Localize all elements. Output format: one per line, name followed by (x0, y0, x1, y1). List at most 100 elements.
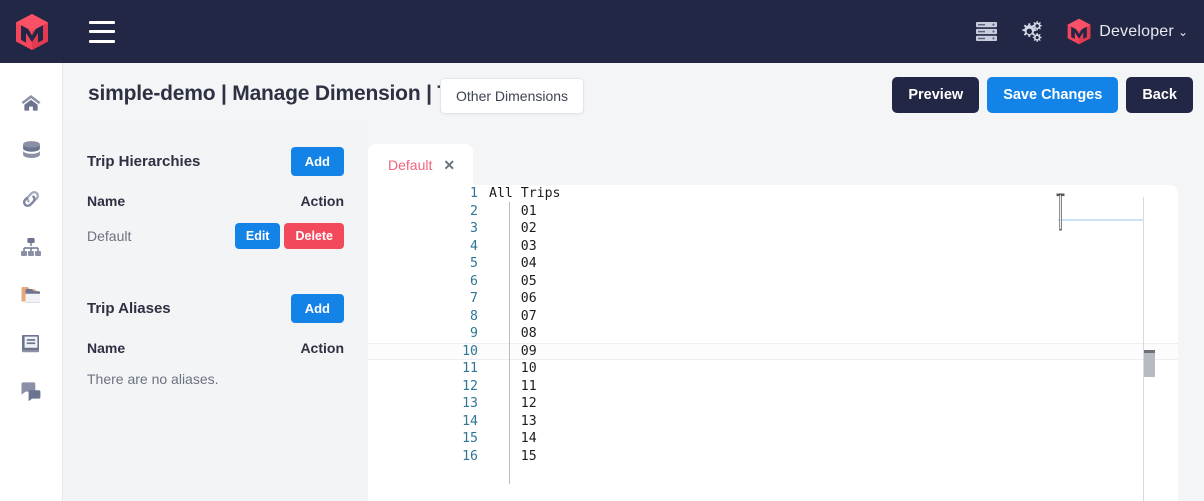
code-line[interactable]: 15 14 (368, 430, 1178, 448)
page-header: simple-demo | Manage Dimension | Trip Ot… (63, 63, 1204, 125)
gears-glyph (1018, 20, 1043, 43)
other-dimensions-button[interactable]: Other Dimensions (440, 78, 584, 114)
aliases-section: Trip Aliases Add Name Action There are n… (63, 249, 368, 387)
sidebar-rail (0, 63, 63, 501)
code-text[interactable]: 08 (489, 326, 537, 341)
home-icon (20, 93, 42, 113)
chat-icon (20, 381, 43, 401)
line-number: 4 (368, 239, 489, 254)
selection-highlight-line (1058, 219, 1144, 221)
ibeam-glyph (1056, 193, 1065, 231)
preview-button[interactable]: Preview (892, 77, 979, 113)
page-title: simple-demo | Manage Dimension | Trip (88, 82, 475, 106)
sidebar-item-connections[interactable] (8, 175, 54, 223)
edit-hierarchy-button[interactable]: Edit (235, 223, 281, 249)
code-text[interactable]: 09 (489, 344, 537, 359)
code-text[interactable]: 03 (489, 239, 537, 254)
left-panel: Trip Hierarchies Add Name Action Default… (63, 125, 368, 501)
code-line[interactable]: 10 09 (368, 343, 1178, 361)
line-number: 11 (368, 361, 489, 376)
editor-panel: Default ✕ 1All Trips2 013 024 035 046 05… (368, 125, 1204, 501)
mondrian-logo-icon (14, 13, 50, 51)
code-line[interactable]: 11 10 (368, 360, 1178, 378)
code-line[interactable]: 14 13 (368, 413, 1178, 431)
code-line[interactable]: 7 06 (368, 290, 1178, 308)
code-text[interactable]: 12 (489, 396, 537, 411)
line-number: 10 (368, 344, 489, 359)
code-line[interactable]: 8 07 (368, 308, 1178, 326)
add-alias-button[interactable]: Add (291, 294, 344, 323)
code-text[interactable]: 15 (489, 449, 537, 464)
aliases-empty-message: There are no aliases. (87, 371, 344, 387)
column-header-name: Name (87, 193, 125, 209)
code-text[interactable]: 10 (489, 361, 537, 376)
line-number: 14 (368, 414, 489, 429)
sidebar-item-database[interactable] (8, 127, 54, 175)
back-button[interactable]: Back (1126, 77, 1193, 113)
book-icon (21, 333, 41, 354)
database-icon (21, 140, 42, 162)
add-hierarchy-button[interactable]: Add (291, 147, 344, 176)
hierarchies-title: Trip Hierarchies (87, 153, 200, 170)
user-menu[interactable]: Developer ⌄ (1066, 18, 1188, 45)
tab-label: Default (388, 157, 432, 173)
save-changes-button[interactable]: Save Changes (987, 77, 1118, 113)
sidebar-item-documentation[interactable] (8, 319, 54, 367)
hierarchies-header: Trip Hierarchies Add (87, 147, 344, 176)
code-line[interactable]: 9 08 (368, 325, 1178, 343)
sidebar-item-projects[interactable] (8, 271, 54, 319)
line-number: 7 (368, 291, 489, 306)
delete-hierarchy-button[interactable]: Delete (284, 223, 344, 249)
code-text[interactable]: 05 (489, 274, 537, 289)
line-number: 9 (368, 326, 489, 341)
close-icon[interactable]: ✕ (443, 158, 455, 172)
sidebar-item-home[interactable] (8, 79, 54, 127)
code-line[interactable]: 5 04 (368, 255, 1178, 273)
column-header-action: Action (300, 340, 344, 356)
server-stack-icon[interactable] (964, 12, 1008, 52)
gears-icon[interactable] (1008, 12, 1052, 52)
code-text[interactable]: 01 (489, 204, 537, 219)
code-line[interactable]: 4 03 (368, 238, 1178, 256)
line-number: 16 (368, 449, 489, 464)
line-number: 3 (368, 221, 489, 236)
code-text[interactable]: 14 (489, 431, 537, 446)
app-logo[interactable] (0, 0, 63, 63)
line-number: 5 (368, 256, 489, 271)
code-text[interactable]: 02 (489, 221, 537, 236)
line-number: 12 (368, 379, 489, 394)
code-line[interactable]: 12 11 (368, 378, 1178, 396)
code-text[interactable]: 07 (489, 309, 537, 324)
row-actions: Edit Delete (235, 223, 344, 249)
menu-toggle-button[interactable] (89, 21, 115, 43)
code-line[interactable]: 16 15 (368, 448, 1178, 466)
code-editor[interactable]: 1All Trips2 013 024 035 046 057 068 079 … (368, 185, 1178, 501)
vertical-scrollbar-track[interactable] (1143, 197, 1144, 501)
hierarchies-table-header: Name Action (87, 193, 344, 209)
line-number: 6 (368, 274, 489, 289)
mondrian-avatar-logo-icon (1066, 18, 1092, 45)
tab-default[interactable]: Default ✕ (368, 144, 473, 185)
code-text[interactable]: 04 (489, 256, 537, 271)
hierarchies-section: Trip Hierarchies Add Name Action Default… (63, 125, 368, 249)
hamburger-bar (89, 21, 115, 24)
line-number: 2 (368, 204, 489, 219)
code-text[interactable]: 11 (489, 379, 537, 394)
vertical-scrollbar-thumb[interactable] (1144, 350, 1155, 377)
sidebar-item-schemas[interactable] (8, 223, 54, 271)
table-row: Default Edit Delete (87, 222, 344, 249)
code-text[interactable]: 06 (489, 291, 537, 306)
code-text[interactable]: 13 (489, 414, 537, 429)
sidebar-item-support[interactable] (8, 367, 54, 415)
app-root: Developer ⌄ (0, 0, 1204, 501)
top-navbar: Developer ⌄ (0, 0, 1204, 63)
line-number: 8 (368, 309, 489, 324)
hamburger-bar (89, 30, 115, 33)
code-text[interactable]: All Trips (489, 186, 560, 201)
code-line[interactable]: 13 12 (368, 395, 1178, 413)
page-container: simple-demo | Manage Dimension | Trip Ot… (63, 63, 1204, 501)
aliases-title: Trip Aliases (87, 300, 171, 317)
indent-guide (509, 202, 510, 484)
code-line[interactable]: 6 05 (368, 273, 1178, 291)
server-stack-glyph (975, 21, 998, 42)
